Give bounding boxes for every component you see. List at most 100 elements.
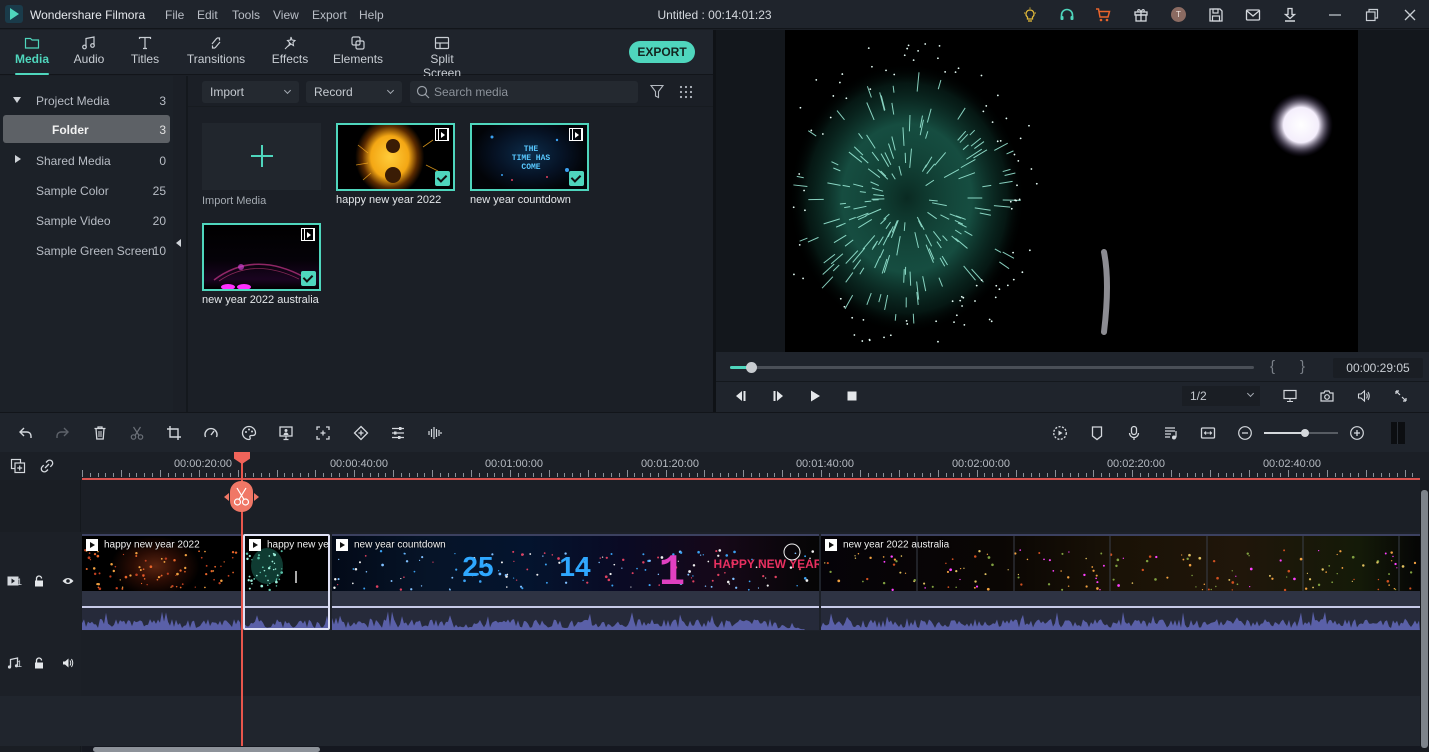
- volume-icon[interactable]: [1354, 387, 1374, 405]
- save-icon[interactable]: [1206, 5, 1226, 25]
- mail-icon[interactable]: [1243, 5, 1263, 25]
- sidebar-item-folder[interactable]: Folder 3: [3, 115, 170, 143]
- import-media-card[interactable]: Import Media: [202, 123, 322, 207]
- search-input[interactable]: [434, 81, 634, 103]
- media-thumbnail[interactable]: THE TIME HAS COME: [470, 123, 589, 191]
- audio-track-1[interactable]: [82, 631, 1420, 696]
- render-preview-icon[interactable]: [1050, 423, 1070, 443]
- menu-file[interactable]: File: [165, 8, 184, 22]
- headset-icon[interactable]: [1057, 5, 1077, 25]
- next-frame-button[interactable]: [768, 387, 788, 405]
- mark-in-button[interactable]: {: [1270, 358, 1275, 375]
- lock-icon[interactable]: [32, 575, 46, 587]
- speed-icon[interactable]: [201, 423, 221, 443]
- download-icon[interactable]: [1280, 5, 1300, 25]
- tab-titles[interactable]: Titles: [126, 33, 164, 73]
- menu-export[interactable]: Export: [312, 8, 347, 22]
- zoom-in-icon[interactable]: [1347, 423, 1367, 443]
- menu-view[interactable]: View: [273, 8, 299, 22]
- mark-out-button[interactable]: }: [1300, 358, 1305, 375]
- sidebar-item-sample-color[interactable]: Sample Color 25: [0, 176, 173, 204]
- undo-icon[interactable]: [16, 423, 36, 443]
- tab-effects[interactable]: Effects: [270, 33, 310, 73]
- empty-track-area[interactable]: [0, 696, 1420, 746]
- preview-video[interactable]: [785, 30, 1358, 352]
- media-item[interactable]: happy new year 2022: [336, 123, 456, 206]
- lightbulb-icon[interactable]: [1020, 5, 1040, 25]
- timeline-vertical-scrollbar[interactable]: [1420, 480, 1429, 752]
- add-track-icon[interactable]: [10, 458, 26, 474]
- green-screen-icon[interactable]: [276, 423, 296, 443]
- record-dropdown[interactable]: Record: [306, 81, 402, 103]
- grid-view-icon[interactable]: [679, 85, 693, 99]
- cart-icon[interactable]: [1093, 5, 1113, 25]
- timeline-clip[interactable]: 25 14 1 HAPPY NEW YEAR new year countdow…: [332, 534, 819, 630]
- menu-edit[interactable]: Edit: [197, 8, 218, 22]
- keyframe-icon[interactable]: [351, 423, 371, 443]
- fit-timeline-icon[interactable]: [1198, 423, 1218, 443]
- visibility-eye-icon[interactable]: [61, 575, 75, 587]
- speaker-icon[interactable]: [61, 657, 75, 669]
- zoom-to-fit-icon[interactable]: [313, 423, 333, 443]
- display-settings-icon[interactable]: [1280, 387, 1300, 405]
- timeline-ruler[interactable]: 00:00:20:00 00:00:40:00 00:01:00:00 00:0…: [82, 452, 1420, 480]
- marker-icon[interactable]: [1087, 423, 1107, 443]
- voiceover-music-icon[interactable]: [1161, 423, 1181, 443]
- zoom-slider-handle[interactable]: [1300, 429, 1309, 437]
- sidebar-item-project-media[interactable]: Project Media 3: [0, 86, 173, 114]
- adjust-sliders-icon[interactable]: [388, 423, 408, 443]
- media-item[interactable]: new year 2022 australia: [202, 223, 322, 306]
- snapshot-camera-icon[interactable]: [1317, 387, 1337, 405]
- caret-right-icon[interactable]: [15, 155, 21, 163]
- import-dropdown[interactable]: Import: [202, 81, 299, 103]
- avatar[interactable]: T: [1171, 7, 1186, 22]
- caret-down-icon[interactable]: [13, 97, 21, 103]
- scrubber-handle[interactable]: [745, 362, 757, 373]
- microphone-icon[interactable]: [1124, 423, 1144, 443]
- menu-help[interactable]: Help: [359, 8, 384, 22]
- timeline-clip[interactable]: happy new year 2022: [82, 534, 241, 630]
- import-media-thumb[interactable]: [202, 123, 321, 190]
- panel-toggle-button[interactable]: [1391, 422, 1405, 444]
- play-button[interactable]: [805, 387, 825, 405]
- tab-split-screen[interactable]: Split Screen: [410, 33, 474, 80]
- link-icon[interactable]: [39, 458, 55, 474]
- scrollbar-thumb[interactable]: [1421, 490, 1428, 748]
- tab-audio[interactable]: Audio: [70, 33, 108, 73]
- timeline-zoom-slider[interactable]: [1264, 429, 1338, 437]
- search-box[interactable]: [410, 81, 638, 103]
- zoom-out-icon[interactable]: [1235, 423, 1255, 443]
- tab-transitions[interactable]: Transitions: [185, 33, 247, 73]
- stop-button[interactable]: [842, 387, 862, 405]
- export-button[interactable]: EXPORT: [629, 41, 695, 63]
- media-thumbnail[interactable]: [336, 123, 455, 191]
- media-thumbnail[interactable]: [202, 223, 321, 291]
- lock-icon[interactable]: [32, 657, 46, 669]
- color-palette-icon[interactable]: [239, 423, 259, 443]
- scrollbar-thumb[interactable]: [93, 747, 320, 752]
- playhead-split-button[interactable]: [230, 481, 253, 512]
- sidebar-item-shared-media[interactable]: Shared Media 0: [0, 146, 173, 174]
- media-item[interactable]: THE TIME HAS COME new year countdown: [470, 123, 590, 206]
- timeline-clip-selected[interactable]: happy new year: [243, 534, 330, 630]
- fullscreen-icon[interactable]: [1391, 387, 1411, 405]
- collapse-sidebar-icon[interactable]: [176, 239, 181, 247]
- crop-icon[interactable]: [164, 423, 184, 443]
- audio-waveform-icon[interactable]: [425, 423, 445, 443]
- redo-icon[interactable]: [52, 423, 72, 443]
- restore-button[interactable]: [1362, 5, 1382, 25]
- tab-media[interactable]: Media: [10, 33, 54, 75]
- split-scissors-icon[interactable]: [127, 423, 147, 443]
- sidebar-item-sample-video[interactable]: Sample Video 20: [0, 206, 173, 234]
- close-button[interactable]: [1400, 5, 1420, 25]
- preview-scrubber[interactable]: [730, 362, 1254, 373]
- tab-elements[interactable]: Elements: [333, 33, 383, 73]
- sidebar-item-sample-green-screen[interactable]: Sample Green Screen 10: [0, 236, 173, 264]
- timeline-horizontal-scrollbar[interactable]: [82, 746, 1420, 752]
- menu-tools[interactable]: Tools: [232, 8, 260, 22]
- delete-icon[interactable]: [90, 423, 110, 443]
- minimize-button[interactable]: [1325, 5, 1345, 25]
- gift-icon[interactable]: [1131, 5, 1151, 25]
- empty-track-area[interactable]: [82, 480, 1420, 532]
- filter-icon[interactable]: [649, 84, 665, 99]
